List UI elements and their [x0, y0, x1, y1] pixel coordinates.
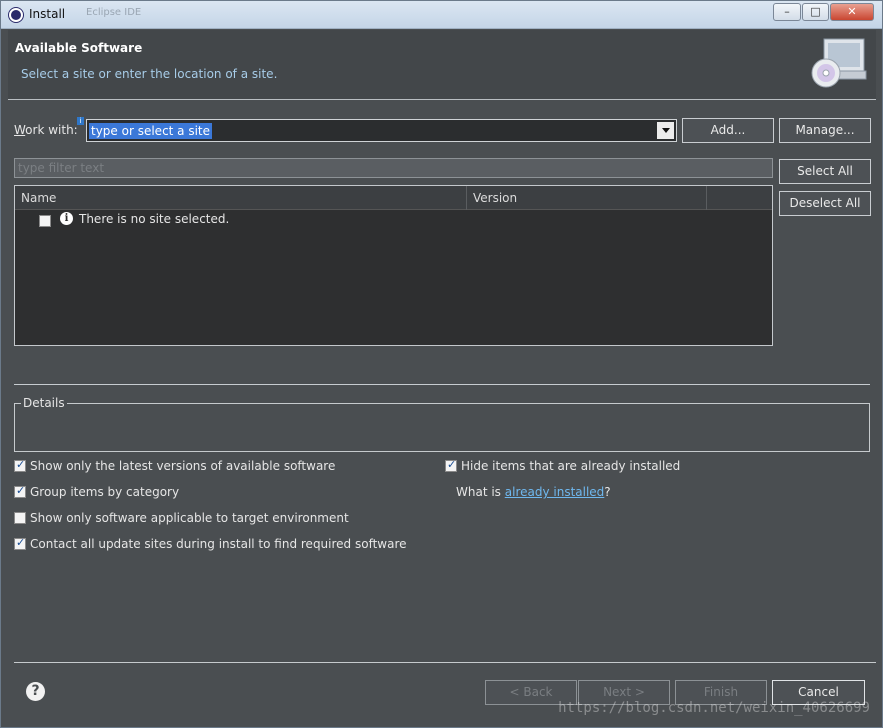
column-header-name[interactable]: Name: [15, 186, 467, 210]
latest-versions-checkbox[interactable]: [14, 458, 26, 472]
row-checkbox[interactable]: [39, 215, 51, 227]
maximize-button[interactable]: □: [802, 3, 829, 21]
table-row[interactable]: i There is no site selected.: [15, 211, 772, 233]
deselect-all-button[interactable]: Deselect All: [779, 191, 871, 216]
wizard-header: Available Software Select a site or ente…: [8, 30, 876, 100]
background-window-title: Eclipse IDE: [86, 7, 142, 18]
table-header: Name Version: [15, 186, 772, 210]
button-bar-separator: [14, 662, 876, 663]
work-with-value[interactable]: type or select a site: [89, 123, 213, 139]
page-title: Available Software: [15, 41, 143, 55]
software-table[interactable]: Name Version i There is no site selected…: [14, 185, 773, 346]
select-all-button[interactable]: Select All: [779, 159, 871, 184]
add-button[interactable]: Add...: [682, 118, 774, 143]
details-group: Details: [14, 396, 870, 452]
install-cd-icon: [811, 38, 867, 88]
what-is-installed-text: What is already installed?: [456, 485, 611, 499]
target-environment-checkbox[interactable]: [14, 512, 26, 524]
contact-update-sites-checkbox[interactable]: [14, 536, 26, 550]
install-dialog: Install Eclipse IDE – □ ✕ Available Soft…: [0, 0, 883, 728]
contact-update-sites-label: Contact all update sites during install …: [30, 537, 407, 551]
hide-installed-label: Hide items that are already installed: [461, 459, 681, 473]
watermark-text: https://blog.csdn.net/weixin_40626699: [558, 700, 870, 716]
manage-button[interactable]: Manage...: [779, 118, 871, 143]
row-name: There is no site selected.: [79, 212, 230, 226]
info-icon: i: [60, 212, 73, 225]
work-with-combo[interactable]: type or select a site: [86, 119, 677, 142]
separator: [14, 384, 870, 385]
group-by-category-label: Group items by category: [30, 485, 180, 499]
hide-installed-checkbox[interactable]: [445, 458, 457, 472]
minimize-button[interactable]: –: [773, 3, 801, 21]
eclipse-icon: [9, 8, 23, 22]
help-icon[interactable]: ?: [26, 682, 45, 701]
target-environment-label: Show only software applicable to target …: [30, 511, 349, 525]
info-decoration-icon: i: [77, 117, 84, 125]
work-with-label: Work with:: [14, 123, 78, 137]
title-bar: Install Eclipse IDE – □ ✕: [1, 1, 882, 29]
details-label: Details: [21, 396, 67, 410]
group-by-category-checkbox[interactable]: [14, 484, 26, 498]
latest-versions-label: Show only the latest versions of availab…: [30, 459, 336, 473]
close-button[interactable]: ✕: [830, 3, 874, 21]
dropdown-arrow-icon[interactable]: [657, 122, 674, 139]
window-title: Install: [29, 7, 66, 21]
page-subtitle: Select a site or enter the location of a…: [21, 67, 278, 81]
column-header-version[interactable]: Version: [467, 186, 707, 210]
already-installed-link[interactable]: already installed: [505, 485, 605, 499]
filter-input[interactable]: type filter text: [14, 158, 773, 178]
